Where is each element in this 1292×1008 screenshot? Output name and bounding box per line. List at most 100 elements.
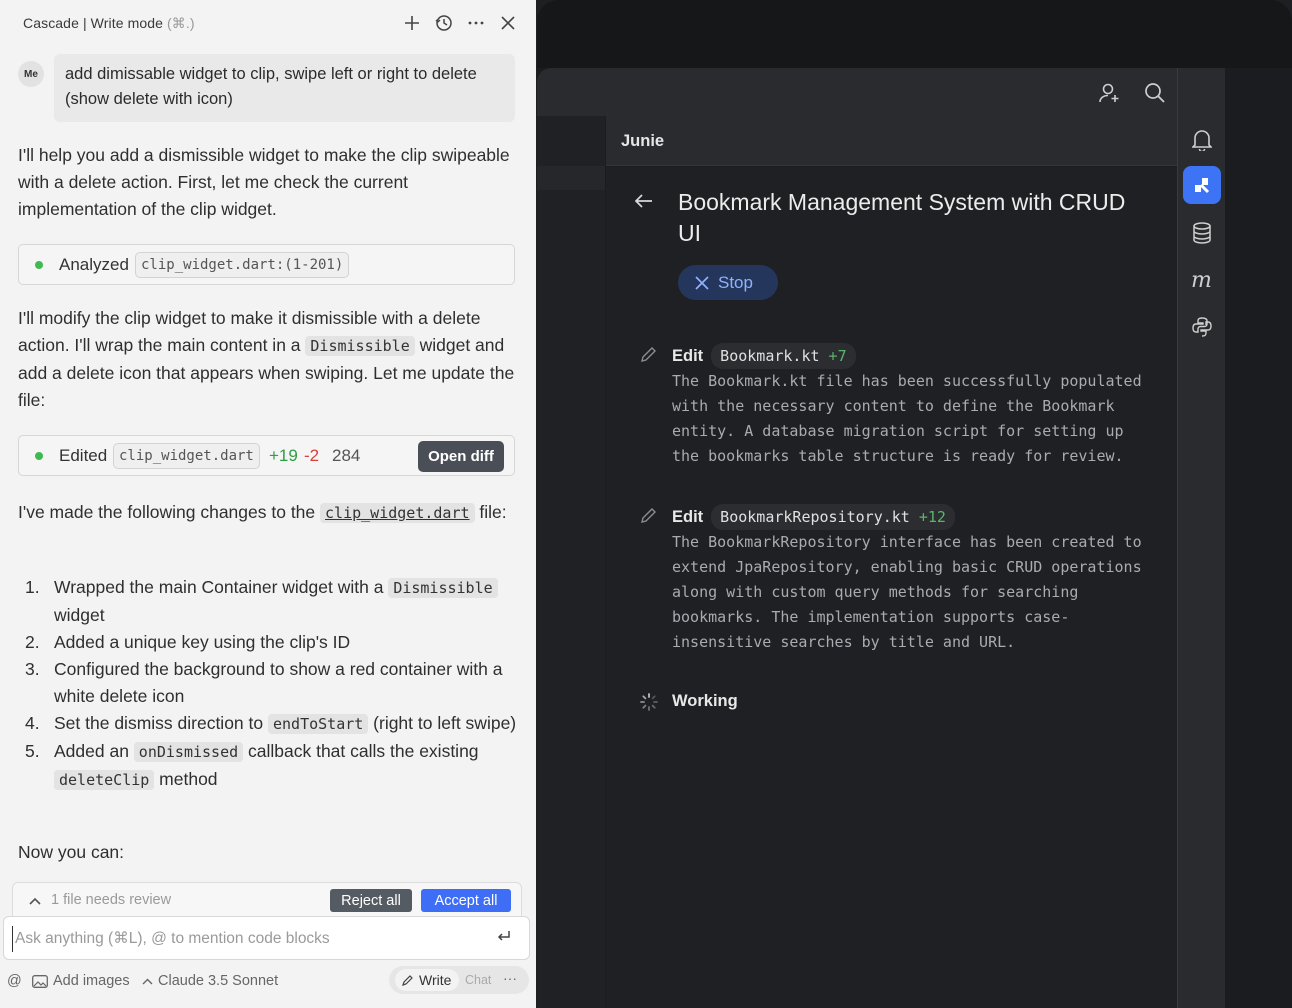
database-icon[interactable] — [1183, 214, 1221, 252]
model-selector[interactable]: Claude 3.5 Sonnet — [142, 973, 278, 989]
reject-all-button[interactable]: Reject all — [330, 889, 412, 912]
list-text: Wrapped the main Container widget with a — [54, 577, 389, 597]
file-chip[interactable]: Bookmark.kt +7 — [711, 343, 856, 369]
cascade-header: Cascade | Write mode (⌘.) — [0, 0, 536, 46]
list-item: 1. Wrapped the main Container widget with… — [18, 574, 518, 629]
line-count: 284 — [332, 446, 361, 465]
mode-title: Cascade | Write mode — [23, 15, 163, 31]
chevron-up-icon[interactable] — [29, 892, 41, 910]
write-mode-button[interactable]: Write — [395, 969, 459, 991]
file-link[interactable]: clip_widget.dart — [320, 503, 475, 523]
list-text: callback that calls the existing — [243, 741, 479, 761]
more-options-icon[interactable]: ··· — [503, 970, 517, 986]
list-item: 4. Set the dismiss direction to endToStar… — [18, 710, 518, 738]
selected-row — [537, 166, 605, 190]
image-icon — [32, 974, 48, 988]
list-text: method — [154, 769, 218, 789]
stop-label: Stop — [718, 272, 753, 292]
assistant-message-2: I'll modify the clip widget to make it d… — [18, 305, 518, 414]
junie-content: Bookmark Management System with CRUD UI … — [606, 167, 1177, 1008]
back-arrow-icon[interactable] — [634, 194, 653, 213]
enter-icon[interactable] — [497, 929, 511, 947]
edited-label: Edited — [59, 446, 108, 465]
junie-panel-header: Junie — [606, 116, 1177, 166]
step-description: The Bookmark.kt file has been successful… — [672, 372, 1142, 465]
review-bar: 1 file needs review Reject all Accept al… — [12, 882, 522, 916]
status-dot — [35, 261, 43, 269]
list-number: 5. — [25, 741, 40, 761]
pencil-icon — [640, 506, 658, 529]
accept-all-button[interactable]: Accept all — [421, 889, 511, 912]
list-text: (right to left swipe) — [368, 713, 517, 733]
file-chip[interactable]: BookmarkRepository.kt +12 — [711, 504, 955, 530]
chat-input[interactable] — [12, 926, 482, 952]
analyzed-tool-card[interactable]: Analyzed clip_widget.dart:(1-201) — [18, 244, 515, 285]
cascade-title: Cascade | Write mode (⌘.) — [23, 15, 195, 32]
python-icon[interactable] — [1183, 308, 1221, 346]
add-images-button[interactable]: Add images — [32, 973, 130, 989]
file-name: BookmarkRepository.kt — [720, 508, 910, 526]
model-label: Claude 3.5 Sonnet — [158, 973, 279, 989]
stop-button[interactable]: Stop — [678, 265, 778, 300]
new-chat-plus-icon[interactable] — [402, 11, 422, 35]
changes-list: 1. Wrapped the main Container widget with… — [18, 574, 518, 794]
step-description: The BookmarkRepository interface has bee… — [672, 533, 1142, 651]
analyzed-label: Analyzed — [59, 255, 129, 274]
list-number: 4. — [25, 713, 40, 733]
edited-file-chip[interactable]: clip_widget.dart — [113, 443, 260, 469]
more-icon[interactable] — [466, 11, 486, 35]
spinner-icon — [640, 692, 658, 711]
status-dot — [35, 452, 43, 460]
step-verb: Edit — [672, 346, 704, 365]
file-name: Bookmark.kt — [720, 347, 820, 365]
pencil-icon — [402, 974, 413, 986]
chat-mode-button[interactable]: Chat — [465, 973, 491, 987]
mention-button[interactable]: @ — [7, 973, 22, 989]
add-user-icon[interactable] — [1096, 80, 1122, 106]
lines-added: +7 — [828, 347, 847, 365]
at-icon: @ — [7, 973, 22, 989]
tool-window-bar — [1177, 68, 1225, 1008]
close-icon[interactable] — [498, 11, 518, 35]
inline-code: Dismissible — [305, 336, 415, 356]
list-item: 5. Added an onDismissed callback that cal… — [18, 738, 518, 794]
assistant-message-1: I'll help you add a dismissible widget t… — [18, 145, 510, 219]
maven-icon[interactable]: m — [1183, 261, 1221, 299]
inline-code: deleteClip — [54, 770, 155, 790]
chat-input-box — [3, 916, 530, 960]
list-number: 3. — [25, 659, 40, 679]
search-icon[interactable] — [1142, 80, 1168, 106]
task-title: Bookmark Management System with CRUD UI — [678, 189, 1126, 246]
user-message: add dimissable widget to clip, swipe lef… — [54, 54, 515, 122]
lines-removed: -2 — [304, 446, 320, 465]
list-item: 3. Configured the background to show a re… — [18, 656, 518, 710]
inline-code: Dismissible — [388, 578, 498, 598]
project-tool-window — [537, 116, 605, 1008]
list-number: 1. — [25, 577, 40, 597]
list-text: widget — [54, 605, 105, 625]
lines-added: +19 — [269, 446, 298, 465]
list-item: 2. Added a unique key using the clip's ID — [18, 629, 518, 656]
now-you-can-text: Now you can: — [18, 842, 125, 862]
junie-icon[interactable] — [1183, 166, 1221, 204]
inline-code: endToStart — [267, 714, 369, 734]
window-titlebar — [537, 0, 1292, 68]
working-status: Working — [640, 692, 738, 711]
edited-tool-card[interactable]: Edited clip_widget.dart +19 -2 284 Open … — [18, 435, 515, 476]
chevron-up-icon — [142, 978, 153, 984]
cascade-panel: Cascade | Write mode (⌘.) Me add dimissa… — [0, 0, 536, 1008]
avatar: Me — [18, 61, 44, 87]
list-text: Added an — [54, 741, 134, 761]
history-icon[interactable] — [434, 11, 454, 35]
msg3-text-b: file: — [474, 502, 507, 522]
notifications-bell-icon[interactable] — [1183, 121, 1221, 159]
list-text: Added a unique key using the clip's ID — [54, 632, 351, 652]
add-images-label: Add images — [53, 973, 130, 989]
analyzed-file-chip[interactable]: clip_widget.dart:(1-201) — [135, 252, 350, 278]
open-diff-button[interactable]: Open diff — [418, 441, 504, 472]
pencil-icon — [640, 345, 658, 368]
mode-toggle: Write Chat ··· — [389, 966, 529, 994]
list-text: Set the dismiss direction to — [54, 713, 268, 733]
review-count: 1 file needs review — [51, 892, 172, 908]
panel-title: Junie — [621, 132, 665, 150]
